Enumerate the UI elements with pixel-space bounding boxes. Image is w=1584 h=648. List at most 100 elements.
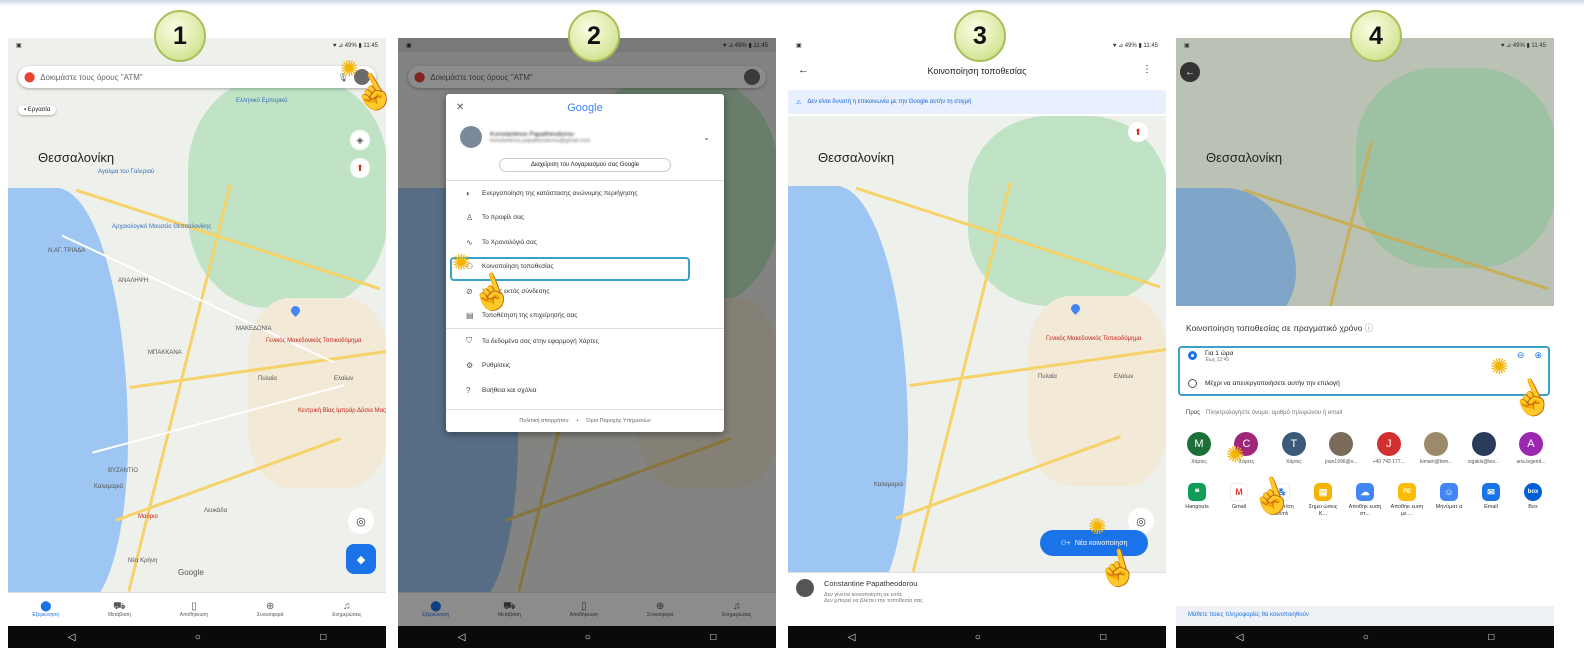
back-key[interactable]: ◁ — [1236, 632, 1244, 643]
nav-saved[interactable]: ▯ Αποθήκευση — [180, 601, 208, 618]
contact-avatar: A — [1518, 432, 1543, 456]
compass-button[interactable]: ⬆ — [1128, 122, 1148, 142]
phone-screen-4: Θεσσαλονίκη ▣ ♥ ⊿ 49% ▮ 11:45 ← Κοινοποίη… — [1176, 38, 1554, 648]
app-messages[interactable]: ☺ Μηνύματ α — [1430, 483, 1468, 517]
contact-item[interactable]: kimam@tem... — [1417, 432, 1455, 465]
layers-button[interactable]: ◈ — [350, 130, 370, 150]
tap-spark-icon: ✺ — [452, 250, 471, 275]
gear-icon: ⚙ — [466, 361, 474, 371]
nav-explore[interactable]: ⬤ Εξερεύνηση — [32, 601, 59, 618]
close-icon[interactable]: ✕ — [456, 102, 464, 113]
search-bar[interactable]: ⬤ Δοκιμάστε τους όρους "ATM" 🎙 — [18, 66, 376, 88]
menu-item-help[interactable]: ? Βοήθεια και σχόλια — [446, 378, 724, 403]
manage-account-button[interactable]: Διαχείριση του Λογαριασμού σας Google — [499, 158, 671, 172]
drive-icon: ☁ — [1356, 483, 1374, 501]
work-chip[interactable]: ▪ Εργασία — [18, 105, 57, 115]
app-save-pe[interactable]: PE Αποθήκ ευση με ... — [1388, 483, 1426, 517]
home-key[interactable]: ○ — [585, 632, 591, 643]
home-key[interactable]: ○ — [195, 632, 201, 643]
account-photo — [460, 126, 482, 148]
contact-avatar: J — [1376, 432, 1401, 456]
maps-pin-icon: ⬤ — [24, 71, 36, 83]
recents-key[interactable]: □ — [1488, 632, 1494, 643]
back-arrow-icon: ← — [1185, 66, 1195, 78]
person-icon: ♙ — [466, 213, 474, 223]
directions-icon: ◆ — [356, 553, 366, 566]
warning-banner: ⚠ Δεν είναι δυνατή η επικοινωνία με την G… — [788, 90, 1166, 114]
back-key[interactable]: ◁ — [848, 632, 856, 643]
menu-item-data[interactable]: ⛉ Τα δεδομένα σας στην εφαρμογή Χάρτες — [446, 329, 724, 354]
contact-item[interactable]: Aana.legend... — [1512, 432, 1550, 465]
park-area — [188, 78, 386, 308]
nav-updates[interactable]: ♫ Ενημερώσεις — [332, 601, 361, 618]
contact-item[interactable]: M Χάρτες — [1180, 432, 1218, 465]
bell-icon: ♫ — [343, 601, 351, 612]
nav-contribute[interactable]: ⊕ Συνεισφορά — [257, 601, 284, 618]
timeline-icon: ∿ — [466, 237, 473, 247]
keep-notes-icon: ▤ — [1314, 483, 1332, 501]
email-icon: ✉ — [1482, 483, 1500, 501]
compass-icon: ⬆ — [1134, 126, 1142, 137]
my-location-button[interactable]: ◎ — [348, 508, 374, 534]
tap-spark-icon: ✺ — [1226, 442, 1245, 467]
map-view: Θεσσαλονίκη — [1176, 38, 1554, 336]
pe-icon: PE — [1398, 483, 1416, 501]
contact-avatar — [1424, 432, 1449, 456]
explore-icon: ⬤ — [40, 601, 52, 612]
tap-spark-icon: ✺ — [1490, 354, 1509, 379]
learn-more-link[interactable]: Μάθετε ποιες πληροφορίες θα κοινοποιηθού… — [1176, 606, 1554, 626]
recents-key[interactable]: □ — [320, 632, 326, 643]
recents-key[interactable]: □ — [710, 632, 716, 643]
compass-button[interactable]: ⬆ — [350, 158, 370, 178]
map-view[interactable]: Θεσσαλονίκη Ελληνικό Εμπορικό Αγαλμα του… — [8, 38, 386, 648]
home-key[interactable]: ○ — [1363, 632, 1369, 643]
step-badge-2: 2 — [568, 10, 620, 62]
home-key[interactable]: ○ — [975, 632, 981, 643]
chevron-down-icon[interactable]: ⌄ — [703, 133, 710, 142]
search-placeholder: Δοκιμάστε τους όρους "ATM" — [40, 72, 143, 82]
contact-item[interactable]: T Χάρτες — [1275, 432, 1313, 465]
terms-link[interactable]: Όροι Παροχής Υπηρεσιών — [586, 418, 650, 424]
messages-icon: ☺ — [1440, 483, 1458, 501]
phone-screen-1: Θεσσαλονίκη Ελληνικό Εμπορικό Αγαλμα του… — [8, 38, 386, 648]
step-badge-3: 3 — [954, 10, 1006, 62]
menu-item-timeline[interactable]: ∿ Το Χρονολόγιό σας — [446, 230, 724, 255]
directions-button[interactable]: ◆ — [346, 544, 376, 574]
nav-commute[interactable]: ⛟ Μετάβαση — [108, 601, 131, 618]
app-box[interactable]: box Box — [1514, 483, 1552, 517]
recents-key[interactable]: □ — [1100, 632, 1106, 643]
back-key[interactable]: ◁ — [68, 632, 76, 643]
more-vert-icon[interactable]: ⋮ — [1142, 64, 1152, 75]
app-save-drive[interactable]: ☁ Αποθήκ ευση στ... — [1346, 483, 1384, 517]
tap-spark-icon: ✺ — [1088, 514, 1107, 539]
tap-spark-icon: ✺ — [340, 56, 359, 81]
top-accent-line — [0, 0, 1584, 6]
compass-icon: ⬆ — [356, 162, 364, 173]
menu-item-settings[interactable]: ⚙ Ρυθμίσεις — [446, 354, 724, 379]
menu-item-profile[interactable]: ♙ Το προφίλ σας — [446, 206, 724, 231]
app-email[interactable]: ✉ Email — [1472, 483, 1510, 517]
app-keep-notes[interactable]: ▤ Σημει ώσεις Κ... — [1304, 483, 1342, 517]
info-icon[interactable]: ⓘ — [1365, 323, 1374, 333]
recipient-field[interactable]: Προς Πληκτρολογήστε όνομα, αριθμό τηλεφών… — [1176, 396, 1554, 426]
contact-item[interactable]: joan1996@o... — [1322, 432, 1360, 465]
sheet-title: Κοινοποίηση τοποθεσίας σε πραγματικό χρό… — [1186, 323, 1374, 333]
account-row[interactable]: Konstantinos Papatheodorou konstantinos.… — [446, 114, 724, 152]
contact-item[interactable]: zigakis@tes... — [1465, 432, 1503, 465]
back-key[interactable]: ◁ — [458, 632, 466, 643]
menu-item-incognito[interactable]: ◐ Ενεργοποίηση της κατάστασης ανώνυμης πε… — [446, 181, 724, 206]
contact-avatar — [1471, 432, 1496, 456]
car-icon: ⛟ — [113, 601, 126, 612]
city-label: Θεσσαλονίκη — [38, 150, 115, 165]
contact-avatar: T — [1281, 432, 1306, 456]
contact-item[interactable]: J +40 743 177... — [1370, 432, 1408, 465]
plus-circle-icon: ⊕ — [265, 601, 275, 612]
step-badge-1: 1 — [154, 10, 206, 62]
my-location-icon: ◎ — [356, 515, 366, 528]
bottom-navigation: ⬤ Εξερεύνηση ⛟ Μετάβαση ▯ Αποθήκευση ⊕ Συνει… — [8, 592, 386, 626]
avatar — [796, 579, 814, 597]
privacy-link[interactable]: Πολιτική απορρήτου — [519, 418, 568, 424]
help-icon: ? — [466, 385, 471, 395]
app-hangouts[interactable]: ❝ Hangouts — [1178, 483, 1216, 517]
back-button[interactable]: ← — [1180, 62, 1200, 82]
